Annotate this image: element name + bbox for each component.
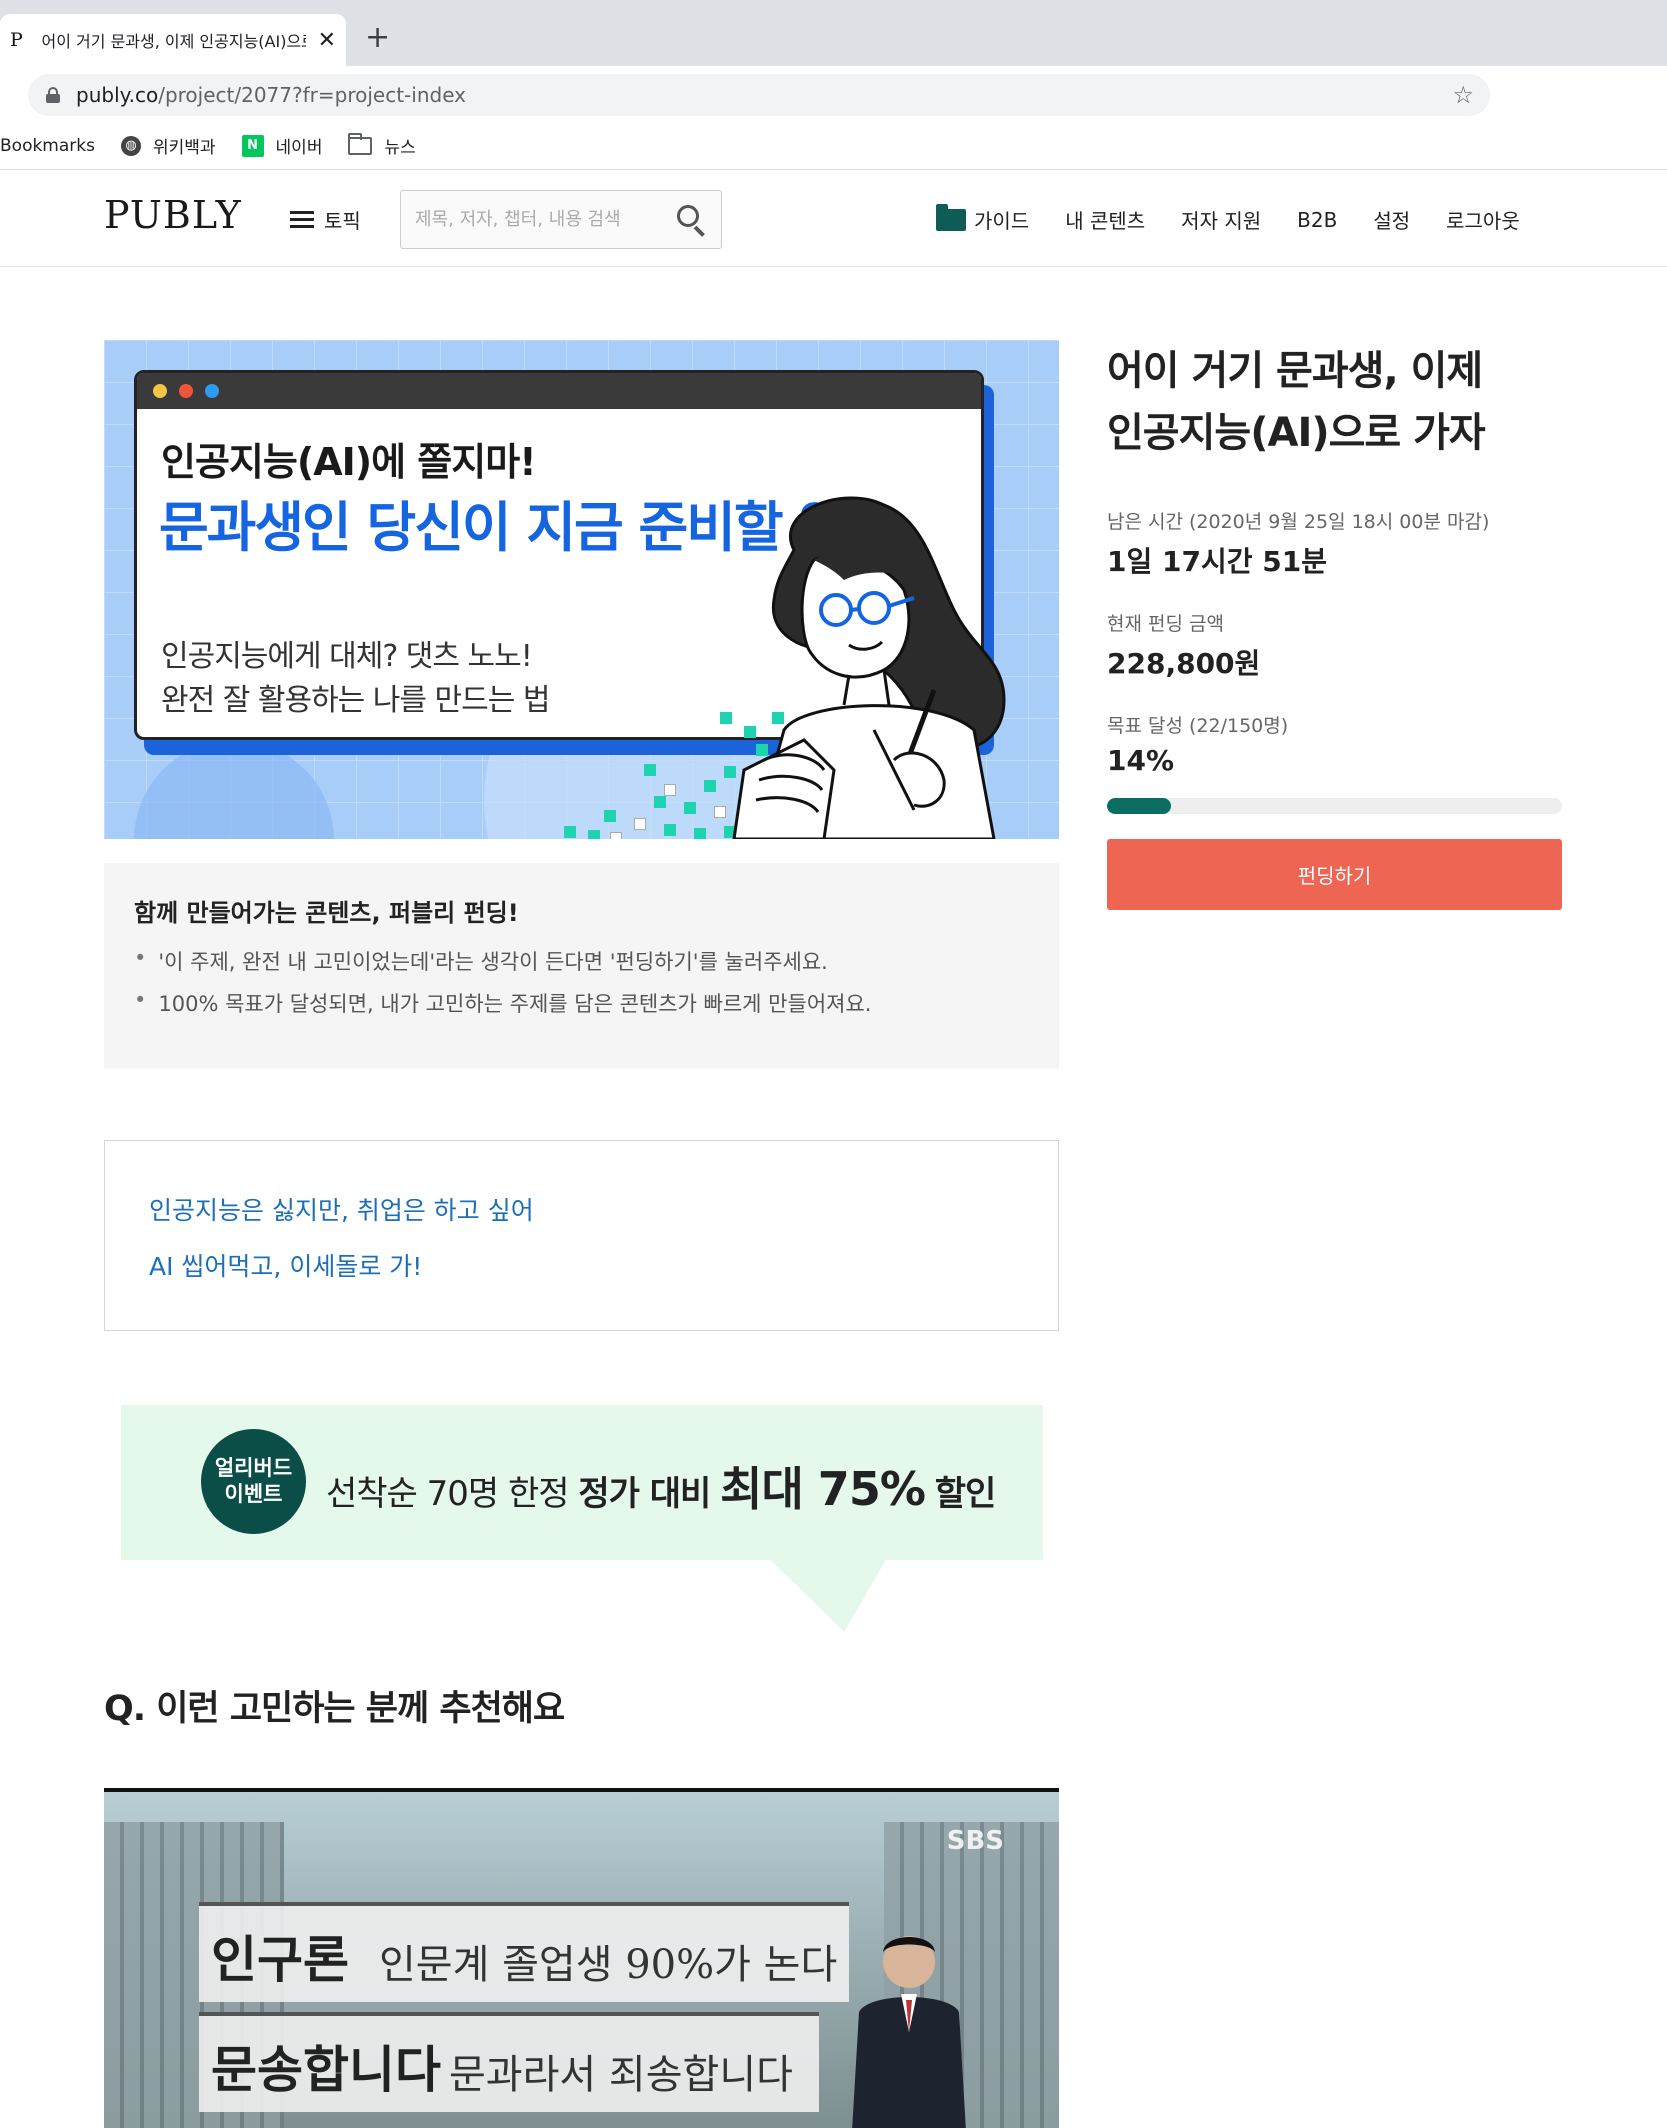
bookmarks-bar: Bookmarks ◍ 위키백과 N 네이버 뉴스 [0, 122, 1667, 170]
topic-label: 토픽 [324, 209, 361, 233]
funding-progress-fill [1107, 798, 1171, 814]
bookmark-news[interactable]: 뉴스 [348, 132, 416, 158]
close-icon[interactable]: ✕ [318, 28, 336, 53]
search-input[interactable] [415, 209, 665, 230]
topic-menu-button[interactable]: 토픽 [290, 205, 361, 234]
publy-logo[interactable]: PUBLY [104, 193, 242, 237]
goal-percent-value: 14% [1107, 744, 1175, 777]
browser-toolbar: publy.co/project/2077?fr=project-index ☆ [0, 66, 1667, 122]
project-title: 어이 거기 문과생, 이제 인공지능(AI)으로 가자 [1107, 348, 1486, 456]
woman-illustration [732, 496, 1006, 839]
nav-b2b[interactable]: B2B [1297, 208, 1337, 232]
bookmark-naver[interactable]: N 네이버 [241, 133, 322, 158]
funding-info-box: 함께 만들어가는 콘텐츠, 퍼블리 펀딩! • '이 주제, 완전 내 고민이었는… [104, 863, 1059, 1069]
subtitle-line-2: AI 씹어먹고, 이세돌로 가! [149, 1252, 423, 1281]
speech-bubble-tail [729, 1560, 886, 1632]
main-nav: 가이드 내 콘텐츠 저자 지원 B2B 설정 로그아웃 [936, 203, 1556, 234]
news-screenshot-image: SBS 인구론 인문계 졸업생 90%가 논다 문송합니다 문과라서 죄송합니다 [104, 1788, 1059, 2128]
remaining-time-value: 1일 17시간 51분 [1107, 545, 1327, 578]
funding-info-item: • '이 주제, 완전 내 고민이었는데'라는 생각이 든다면 '펀딩하기'를 눌… [134, 946, 828, 974]
bookmark-wikipedia[interactable]: ◍ 위키백과 [120, 133, 216, 158]
news-caption-2: 문송합니다 문과라서 죄송합니다 [199, 2012, 819, 2112]
news-anchor-figure [852, 1936, 966, 2128]
publy-favicon-icon: P [10, 29, 23, 51]
tab-title: 어이 거기 문과생, 이제 인공지능(AI)으로 가자 [41, 32, 306, 51]
folder-icon [348, 132, 373, 155]
naver-icon: N [241, 134, 264, 157]
search-icon[interactable] [677, 205, 707, 237]
address-bar[interactable]: publy.co/project/2077?fr=project-index ☆ [28, 74, 1490, 116]
url-text[interactable]: publy.co/project/2077?fr=project-index [76, 83, 466, 107]
browser-tab-strip: P 어이 거기 문과생, 이제 인공지능(AI)으로 가자 ✕ + [0, 0, 1667, 66]
funding-info-title: 함께 만들어가는 콘텐츠, 퍼블리 펀딩! [134, 899, 519, 927]
fund-button[interactable]: 펀딩하기 [1107, 839, 1562, 910]
nav-author-support[interactable]: 저자 지원 [1181, 205, 1261, 234]
earlybird-banner: 얼리버드 이벤트 선착순 70명 한정 정가 대비 최대 75% 할인 [121, 1405, 1043, 1560]
nav-logout[interactable]: 로그아웃 [1446, 205, 1520, 234]
earlybird-text: 선착순 70명 한정 정가 대비 최대 75% 할인 [326, 1462, 996, 1516]
lock-icon[interactable] [46, 87, 60, 103]
banner-subtext-2: 완전 잘 활용하는 나를 만드는 법 [161, 683, 550, 718]
earlybird-badge: 얼리버드 이벤트 [201, 1429, 306, 1534]
bookmarks-label[interactable]: Bookmarks [0, 136, 95, 156]
hero-banner-image: 인공지능(AI)에 쫄지마! 문과생인 당신이 지금 준비할 일 인공지능에게 … [104, 340, 1059, 839]
folder-icon [936, 203, 966, 231]
nav-guide[interactable]: 가이드 [936, 203, 1029, 234]
sbs-logo: SBS [946, 1826, 1004, 1856]
funding-amount-label: 현재 펀딩 금액 [1107, 613, 1224, 635]
new-tab-button[interactable]: + [365, 20, 390, 55]
banner-subtext-1: 인공지능에게 대체? 댓츠 노노! [161, 639, 533, 674]
nav-my-contents[interactable]: 내 콘텐츠 [1065, 205, 1145, 234]
hamburger-icon [290, 210, 314, 229]
remaining-time-label: 남은 시간 (2020년 9월 25일 18시 00분 마감) [1107, 511, 1490, 533]
funding-info-item: • 100% 목표가 달성되면, 내가 고민하는 주제를 담은 콘텐츠가 빠르게 … [134, 988, 872, 1016]
globe-icon: ◍ [120, 135, 141, 156]
project-subtitle-box: 인공지능은 싫지만, 취업은 하고 싶어 AI 씹어먹고, 이세돌로 가! [104, 1140, 1059, 1331]
browser-tab[interactable]: P 어이 거기 문과생, 이제 인공지능(AI)으로 가자 ✕ [0, 14, 346, 66]
goal-label: 목표 달성 (22/150명) [1107, 715, 1289, 737]
funding-progress-bar [1107, 798, 1562, 814]
nav-settings[interactable]: 설정 [1373, 205, 1410, 234]
site-header: PUBLY 토픽 가이드 내 콘텐츠 저자 지원 B2B 설정 로그아웃 [0, 171, 1667, 267]
bookmark-star-icon[interactable]: ☆ [1452, 81, 1474, 109]
news-caption-1: 인구론 인문계 졸업생 90%가 논다 [199, 1902, 849, 2002]
banner-headline-1: 인공지능(AI)에 쫄지마! [161, 440, 537, 484]
subtitle-line-1: 인공지능은 싫지만, 취업은 하고 싶어 [149, 1196, 534, 1225]
search-box [400, 190, 722, 249]
funding-amount-value: 228,800원 [1107, 647, 1261, 680]
section-heading: Q. 이런 고민하는 분께 추천해요 [104, 1689, 565, 1729]
